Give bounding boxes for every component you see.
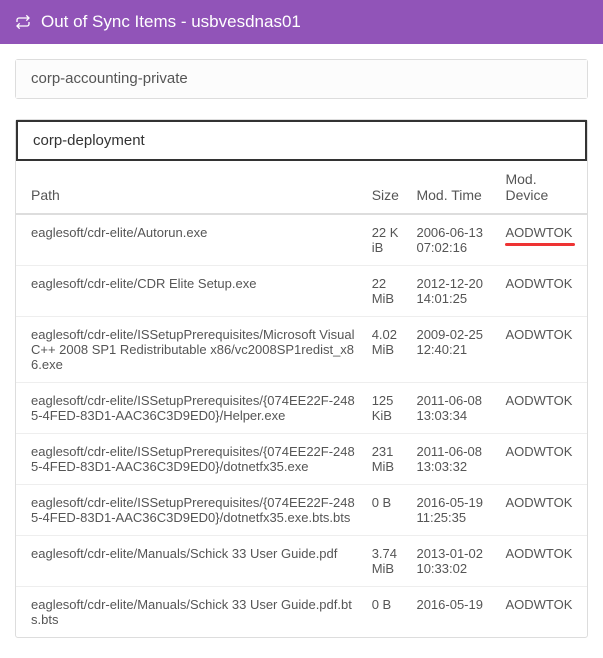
cell-device: AODWTOK <box>497 317 587 383</box>
cell-device: AODWTOK <box>497 266 587 317</box>
panel-expanded: corp-deployment Path Size Mod. Time Mod.… <box>15 119 588 638</box>
cell-path: eaglesoft/cdr-elite/ISSetupPrerequisites… <box>16 317 364 383</box>
sync-icon <box>15 14 31 30</box>
cell-size: 4.02 MiB <box>364 317 409 383</box>
cell-size: 0 B <box>364 587 409 638</box>
cell-path: eaglesoft/cdr-elite/ISSetupPrerequisites… <box>16 485 364 536</box>
col-device[interactable]: Mod. Device <box>497 161 587 214</box>
cell-path: eaglesoft/cdr-elite/Autorun.exe <box>16 214 364 266</box>
table-header-row: Path Size Mod. Time Mod. Device <box>16 161 587 214</box>
cell-path: eaglesoft/cdr-elite/ISSetupPrerequisites… <box>16 383 364 434</box>
cell-size: 231 MiB <box>364 434 409 485</box>
cell-time: 2016-05-19 <box>408 587 497 638</box>
cell-time: 2009-02-25 12:40:21 <box>408 317 497 383</box>
table-row: eaglesoft/cdr-elite/Manuals/Schick 33 Us… <box>16 587 587 638</box>
cell-device: AODWTOK <box>497 383 587 434</box>
panel-heading-expanded[interactable]: corp-deployment <box>16 120 587 161</box>
cell-device: AODWTOK <box>497 536 587 587</box>
table-row: eaglesoft/cdr-elite/CDR Elite Setup.exe2… <box>16 266 587 317</box>
table-row: eaglesoft/cdr-elite/ISSetupPrerequisites… <box>16 485 587 536</box>
dialog-header: Out of Sync Items - usbvesdnas01 <box>0 0 603 44</box>
cell-size: 125 KiB <box>364 383 409 434</box>
table-row: eaglesoft/cdr-elite/Autorun.exe22 KiB200… <box>16 214 587 266</box>
cell-time: 2012-12-20 14:01:25 <box>408 266 497 317</box>
col-size[interactable]: Size <box>364 161 409 214</box>
panel-heading-collapsed[interactable]: corp-accounting-private <box>16 60 587 98</box>
highlight-underline <box>505 243 575 246</box>
cell-time: 2016-05-19 11:25:35 <box>408 485 497 536</box>
cell-size: 0 B <box>364 485 409 536</box>
col-path[interactable]: Path <box>16 161 364 214</box>
cell-path: eaglesoft/cdr-elite/CDR Elite Setup.exe <box>16 266 364 317</box>
cell-path: eaglesoft/cdr-elite/ISSetupPrerequisites… <box>16 434 364 485</box>
cell-time: 2011-06-08 13:03:34 <box>408 383 497 434</box>
table-row: eaglesoft/cdr-elite/ISSetupPrerequisites… <box>16 434 587 485</box>
col-time[interactable]: Mod. Time <box>408 161 497 214</box>
cell-device: AODWTOK <box>497 434 587 485</box>
cell-time: 2006-06-13 07:02:16 <box>408 214 497 266</box>
items-table: Path Size Mod. Time Mod. Device eaglesof… <box>16 161 587 637</box>
cell-time: 2011-06-08 13:03:32 <box>408 434 497 485</box>
content-area: corp-accounting-private corp-deployment … <box>0 44 603 638</box>
cell-size: 22 KiB <box>364 214 409 266</box>
cell-path: eaglesoft/cdr-elite/Manuals/Schick 33 Us… <box>16 587 364 638</box>
cell-device: AODWTOK <box>497 214 587 266</box>
table-row: eaglesoft/cdr-elite/ISSetupPrerequisites… <box>16 383 587 434</box>
dialog-title: Out of Sync Items - usbvesdnas01 <box>41 12 301 32</box>
cell-device: AODWTOK <box>497 587 587 638</box>
cell-device: AODWTOK <box>497 485 587 536</box>
cell-time: 2013-01-02 10:33:02 <box>408 536 497 587</box>
cell-path: eaglesoft/cdr-elite/Manuals/Schick 33 Us… <box>16 536 364 587</box>
cell-size: 3.74 MiB <box>364 536 409 587</box>
table-row: eaglesoft/cdr-elite/ISSetupPrerequisites… <box>16 317 587 383</box>
cell-size: 22 MiB <box>364 266 409 317</box>
panel-collapsed[interactable]: corp-accounting-private <box>15 59 588 99</box>
table-row: eaglesoft/cdr-elite/Manuals/Schick 33 Us… <box>16 536 587 587</box>
